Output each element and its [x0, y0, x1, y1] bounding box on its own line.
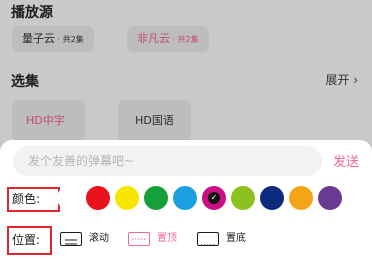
- color-swatch-red[interactable]: [86, 186, 110, 210]
- color-swatch-purple[interactable]: [318, 186, 342, 210]
- danmaku-input[interactable]: 发个友善的弹幕吧~: [13, 146, 322, 176]
- source-count: · 共2集: [55, 35, 84, 44]
- source-section-title: 播放源: [11, 5, 53, 21]
- bottom-position-icon: [197, 232, 219, 246]
- color-swatch-green[interactable]: [144, 186, 168, 210]
- color-label: 颜色:: [7, 187, 60, 212]
- position-label: 位置:: [7, 226, 52, 255]
- source-item-liangziyun[interactable]: 量子云 · 共2集: [12, 26, 94, 52]
- position-option-label: 置顶: [157, 233, 177, 244]
- scroll-position-icon: [60, 232, 82, 246]
- color-swatch-navy[interactable]: [260, 186, 284, 210]
- background-page: 播放源 量子云 · 共2集 非凡云 · 共2集 选集 展开 › HD中字 HD国…: [0, 0, 372, 170]
- color-swatch-blue[interactable]: [173, 186, 197, 210]
- source-name: 非凡云: [137, 32, 170, 45]
- episode-item-hd-zhongzi[interactable]: HD中字: [12, 100, 85, 170]
- episodes-section-title: 选集: [11, 74, 39, 90]
- episode-item-hd-guoyu[interactable]: HD国语: [118, 100, 191, 142]
- color-swatch-white[interactable]: [57, 186, 81, 210]
- position-option-label: 置底: [226, 233, 246, 244]
- selected-check-icon: ✓: [208, 192, 220, 204]
- color-swatch-yellow[interactable]: [115, 186, 139, 210]
- source-count: · 共2集: [170, 35, 199, 44]
- episode-label: HD国语: [135, 114, 174, 127]
- episode-label: HD中字: [26, 114, 65, 127]
- danmaku-sheet: 发个友善的弹幕吧~ 发送 颜色: ✓ 位置: 滚动 置顶 置底: [0, 140, 372, 259]
- position-option-label: 滚动: [89, 233, 109, 244]
- expand-button[interactable]: 展开 ›: [325, 71, 358, 88]
- source-item-feifanyun[interactable]: 非凡云 · 共2集: [127, 26, 209, 52]
- source-name: 量子云: [22, 32, 55, 45]
- send-button[interactable]: 发送: [333, 151, 359, 170]
- top-position-icon: [128, 232, 150, 246]
- color-swatch-magenta[interactable]: ✓: [202, 186, 226, 210]
- color-swatch-lime[interactable]: [231, 186, 255, 210]
- color-swatch-orange[interactable]: [289, 186, 313, 210]
